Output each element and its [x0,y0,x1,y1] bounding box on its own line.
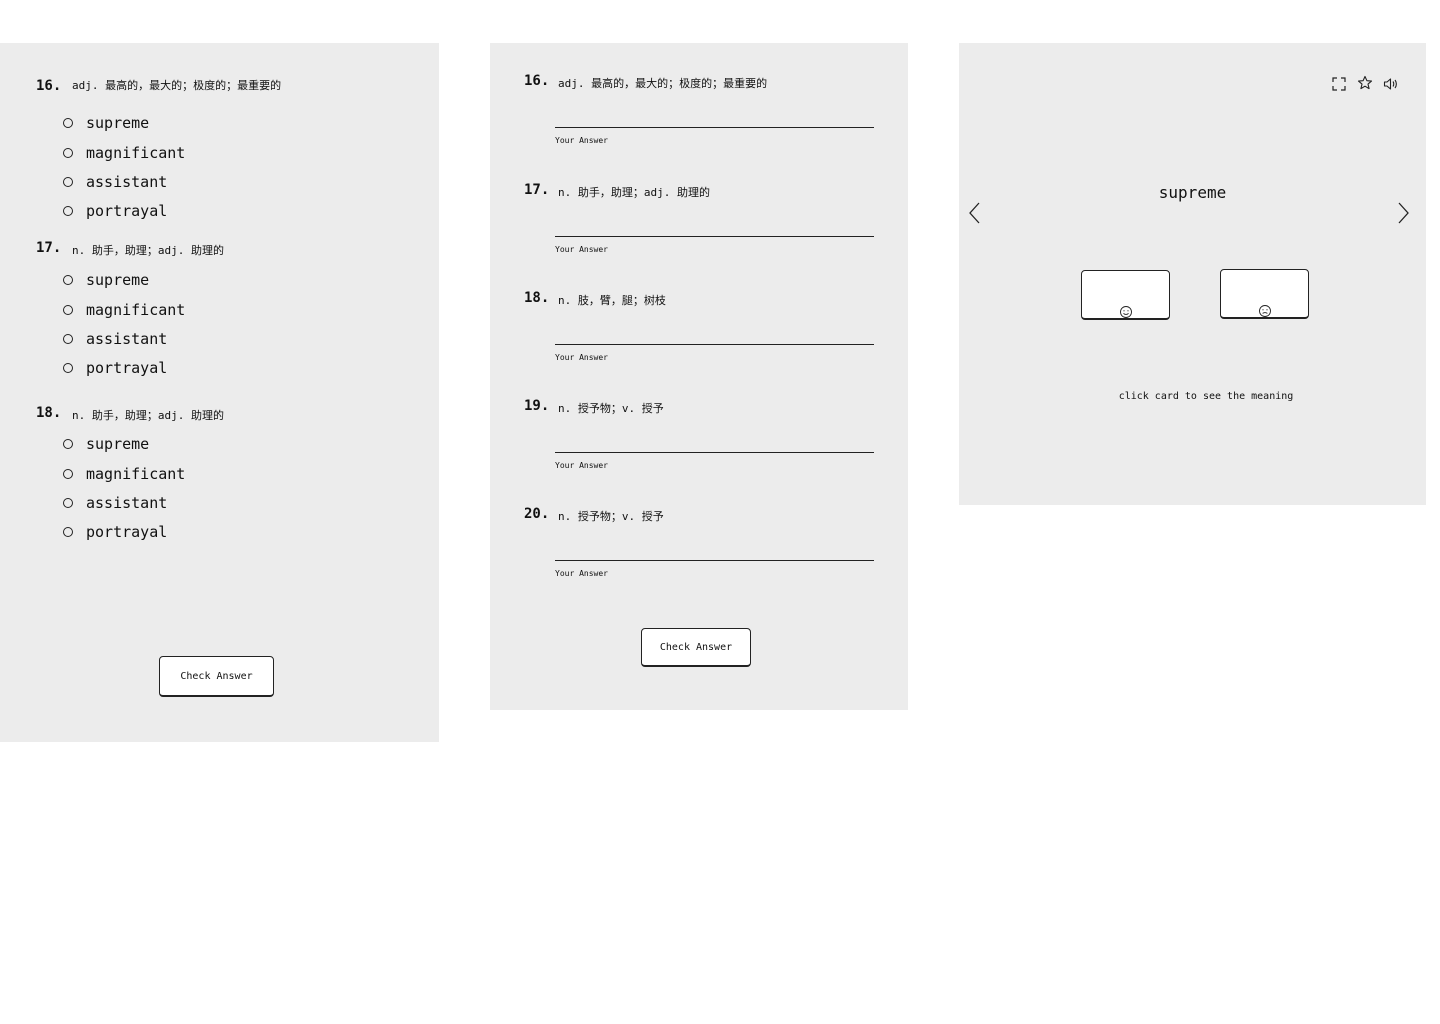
answer-input[interactable] [555,560,874,561]
radio-option-magnificant[interactable] [63,305,73,315]
speaker-icon[interactable] [1383,76,1399,92]
option-label[interactable]: portrayal [86,523,167,541]
option-label[interactable]: magnificant [86,144,185,162]
question-16: 16. [36,75,61,94]
fullscreen-icon[interactable] [1331,76,1347,92]
question-number: 17. [36,240,62,256]
radio-option-supreme[interactable] [63,439,73,449]
question-definition: n. 助手，助理；adj. 助理的 [558,186,710,199]
radio-option-assistant[interactable] [63,498,73,508]
smile-face-icon [1120,306,1132,318]
flashcard-hint: click card to see the meaning [1118,391,1294,402]
option-label[interactable]: supreme [86,114,149,132]
radio-option-portrayal[interactable] [63,527,73,537]
question-definition: n. 授予物；v. 授予 [558,510,664,523]
check-answer-button[interactable]: Check Answer [641,628,751,667]
question-number: 20. [524,506,550,522]
question-number: 17. [524,182,550,198]
radio-option-supreme[interactable] [63,275,73,285]
question-number: 19. [524,398,550,414]
option-label[interactable]: assistant [86,330,167,348]
flashcard-unknown[interactable] [1220,269,1309,319]
radio-option-assistant[interactable] [63,177,73,187]
next-arrow-icon[interactable] [1396,201,1410,225]
option-label[interactable]: magnificant [86,465,185,483]
radio-option-supreme[interactable] [63,118,73,128]
fill-in-panel: 16. adj. 最高的，最大的；极度的；最重要的 Your Answer 17… [490,43,908,710]
multiple-choice-panel: 16. adj. 最高的，最大的；极度的；最重要的 supreme magnif… [0,43,439,742]
answer-caption: Your Answer [555,245,608,254]
question-number: 18. [524,290,550,306]
question-number: 18. [36,405,62,421]
answer-input[interactable] [555,236,874,237]
answer-input[interactable] [555,452,874,453]
question-definition: adj. 最高的，最大的；极度的；最重要的 [72,79,282,92]
star-icon[interactable] [1357,75,1373,91]
option-label[interactable]: assistant [86,173,167,191]
radio-option-magnificant[interactable] [63,469,73,479]
radio-option-assistant[interactable] [63,334,73,344]
check-answer-button[interactable]: Check Answer [159,656,274,697]
flashcard-word: supreme [1158,183,1227,202]
answer-caption: Your Answer [555,569,608,578]
previous-arrow-icon[interactable] [968,201,982,225]
option-label[interactable]: supreme [86,435,149,453]
option-label[interactable]: portrayal [86,359,167,377]
question-definition: n. 授予物；v. 授予 [558,402,664,415]
option-label[interactable]: portrayal [86,202,167,220]
radio-option-portrayal[interactable] [63,363,73,373]
flashcard-known[interactable] [1081,270,1170,320]
radio-option-portrayal[interactable] [63,206,73,216]
question-definition: adj. 最高的，最大的；极度的；最重要的 [558,77,768,90]
question-definition: n. 助手，助理；adj. 助理的 [72,244,224,257]
answer-caption: Your Answer [555,353,608,362]
answer-input[interactable] [555,127,874,128]
option-label[interactable]: assistant [86,494,167,512]
question-definition: n. 助手，助理；adj. 助理的 [72,409,224,422]
question-number: 16. [524,73,550,89]
neutral-face-icon [1259,305,1271,317]
answer-caption: Your Answer [555,461,608,470]
question-number: 16. [36,78,62,94]
radio-option-magnificant[interactable] [63,148,73,158]
option-label[interactable]: magnificant [86,301,185,319]
question-definition: n. 肢，臂，腿；树枝 [558,294,666,307]
answer-input[interactable] [555,344,874,345]
answer-caption: Your Answer [555,136,608,145]
option-label[interactable]: supreme [86,271,149,289]
flashcard-panel: supreme click card to see the meaning [959,43,1426,505]
